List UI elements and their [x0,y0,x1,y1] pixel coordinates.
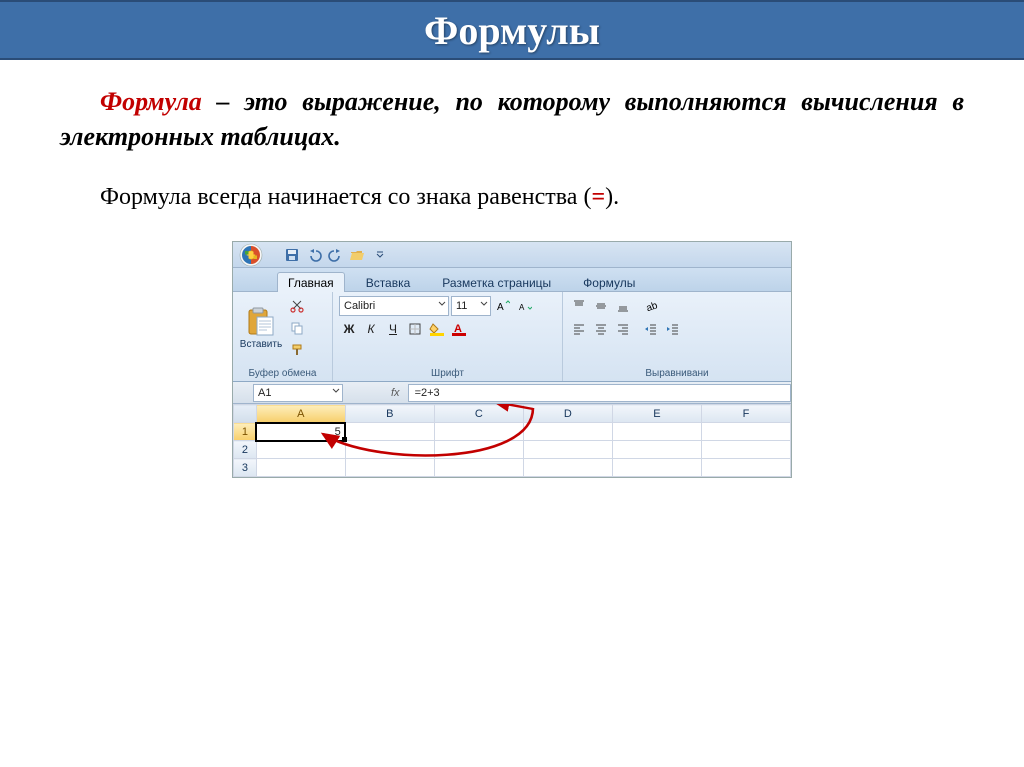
definition-term: Формула [100,87,202,116]
cell-d1[interactable] [523,423,612,441]
font-name-select[interactable]: Calibri [339,296,449,316]
chevron-down-icon [438,300,446,308]
office-button[interactable] [237,243,275,267]
cell-b3[interactable] [345,459,434,477]
qat-customize-dropdown[interactable] [371,246,389,264]
cell-f2[interactable] [701,441,790,459]
align-bottom-button[interactable] [613,296,633,316]
decrease-indent-button[interactable] [641,319,661,339]
chevron-down-icon [332,387,340,395]
formula-note: Формула всегда начинается со знака равен… [60,184,964,211]
col-header-b[interactable]: B [345,405,434,423]
group-clipboard-label: Буфер обмена [239,366,326,379]
copy-button[interactable] [287,318,307,338]
sheet-grid[interactable]: A B C D E F 1 5 [233,404,791,477]
chevron-down-icon [480,300,488,308]
col-header-e[interactable]: E [612,405,701,423]
cell-e2[interactable] [612,441,701,459]
row-header-1[interactable]: 1 [234,423,257,441]
cell-d2[interactable] [523,441,612,459]
align-left-button[interactable] [569,319,589,339]
ribbon-tabs: Главная Вставка Разметка страницы Формул… [233,268,791,292]
cell-e3[interactable] [612,459,701,477]
cell-a3[interactable] [256,459,345,477]
cell-b1[interactable] [345,423,434,441]
cell-c2[interactable] [434,441,523,459]
increase-indent-button[interactable] [663,319,683,339]
cell-d3[interactable] [523,459,612,477]
ribbon: Вставить [233,292,791,382]
font-color-button[interactable]: A [449,319,469,339]
cell-b2[interactable] [345,441,434,459]
fill-color-button[interactable] [427,319,447,339]
increase-font-button[interactable]: A [493,296,513,316]
note-before: Формула всегда начинается со знака равен… [100,184,591,210]
fx-icon[interactable]: fx [383,387,408,399]
align-center-button[interactable] [591,319,611,339]
decrease-font-button[interactable]: A [515,296,535,316]
italic-button[interactable]: К [361,319,381,339]
font-name-value: Calibri [344,300,375,312]
svg-text:ab: ab [645,300,658,313]
align-top-button[interactable] [569,296,589,316]
font-size-select[interactable]: 11 [451,296,491,316]
group-clipboard: Вставить [233,292,333,381]
tab-insert[interactable]: Вставка [355,272,422,292]
border-button[interactable] [405,319,425,339]
align-right-button[interactable] [613,319,633,339]
row-header-3[interactable]: 3 [234,459,257,477]
open-button[interactable] [349,246,367,264]
quick-access-toolbar [233,242,791,268]
slide-title-bar: Формулы [0,0,1024,60]
formula-value: =2+3 [415,387,440,399]
col-header-a[interactable]: A [256,405,345,423]
name-box[interactable]: A1 [253,384,343,402]
align-middle-button[interactable] [591,296,611,316]
select-all-corner[interactable] [234,405,257,423]
tab-page-layout[interactable]: Разметка страницы [431,272,562,292]
slide-title: Формулы [424,7,600,54]
bold-button[interactable]: Ж [339,319,359,339]
fx-wrap: fx [383,387,408,399]
group-alignment: ab Выравнивани [563,292,791,381]
col-header-d[interactable]: D [523,405,612,423]
note-equals-sign: = [591,184,605,210]
save-button[interactable] [283,246,301,264]
slide-body: Формула – это выражение, по которому вып… [0,60,1024,502]
cell-e1[interactable] [612,423,701,441]
col-header-c[interactable]: C [434,405,523,423]
group-font: Calibri 11 A A Ж К [333,292,563,381]
cell-a2[interactable] [256,441,345,459]
svg-text:A: A [519,303,525,312]
cell-c1[interactable] [434,423,523,441]
paste-icon [245,307,277,337]
cell-f1[interactable] [701,423,790,441]
undo-button[interactable] [305,246,323,264]
row-header-2[interactable]: 2 [234,441,257,459]
excel-window: Главная Вставка Разметка страницы Формул… [232,241,792,478]
col-header-f[interactable]: F [701,405,790,423]
redo-button[interactable] [327,246,345,264]
tab-home[interactable]: Главная [277,272,345,292]
underline-button[interactable]: Ч [383,319,403,339]
group-font-label: Шрифт [339,366,556,379]
cell-f3[interactable] [701,459,790,477]
font-size-value: 11 [456,300,467,312]
cell-a1[interactable]: 5 [256,423,345,441]
group-alignment-label: Выравнивани [569,366,785,379]
paste-button[interactable]: Вставить [239,307,283,350]
name-box-value: A1 [258,387,271,399]
format-painter-button[interactable] [287,340,307,360]
note-after: ). [605,184,619,210]
cut-button[interactable] [287,296,307,316]
tab-formulas[interactable]: Формулы [572,272,646,292]
formula-bar: A1 fx =2+3 [233,382,791,404]
excel-screenshot-wrap: Главная Вставка Разметка страницы Формул… [60,241,964,478]
orientation-button[interactable]: ab [641,296,661,316]
svg-text:A: A [497,302,504,313]
formula-definition: Формула – это выражение, по которому вып… [60,84,964,154]
cell-c3[interactable] [434,459,523,477]
formula-input[interactable]: =2+3 [408,384,791,402]
paste-label: Вставить [240,339,282,350]
